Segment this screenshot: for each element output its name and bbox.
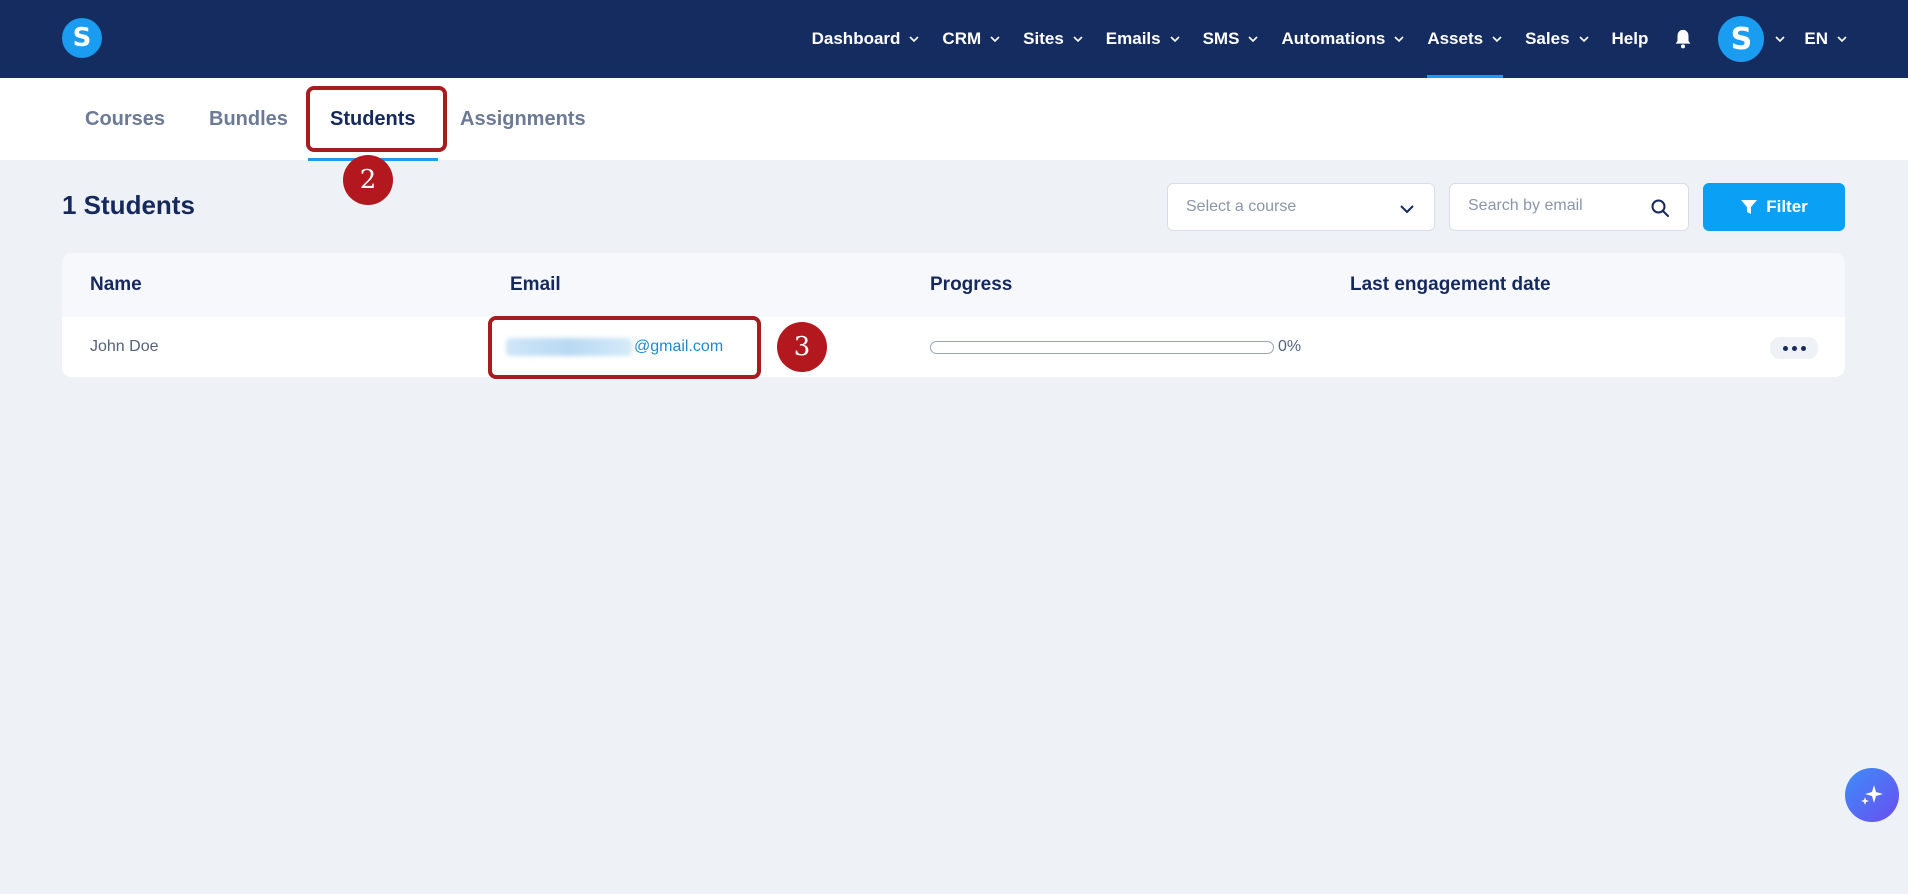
tab-bundles[interactable]: Bundles xyxy=(209,78,288,160)
students-table: Name Email Progress Last engagement date… xyxy=(62,253,1845,377)
nav-label: SMS xyxy=(1202,29,1240,48)
language-selector[interactable]: EN xyxy=(1804,0,1848,78)
table-row[interactable]: John Doe @gmail.com 0% xyxy=(62,317,1845,377)
assets-tabs: Courses Bundles Students Assignments xyxy=(0,78,1908,160)
dot xyxy=(1800,345,1806,351)
brand-logo[interactable]: S xyxy=(62,18,102,58)
nav-item-sites[interactable]: Sites xyxy=(1023,0,1084,78)
nav-label: Assets xyxy=(1427,29,1484,48)
nav-label: Help xyxy=(1611,29,1649,48)
progress-bar xyxy=(930,341,1274,354)
table-header: Name Email Progress Last engagement date xyxy=(62,253,1845,317)
tab-courses[interactable]: Courses xyxy=(85,78,165,160)
search-input[interactable] xyxy=(1468,197,1648,215)
column-header-last-engagement: Last engagement date xyxy=(1350,274,1551,295)
nav-label: Sites xyxy=(1023,29,1064,48)
main-nav: Dashboard CRM Sites Emails SMS Automatio… xyxy=(790,0,1848,78)
nav-label: Automations xyxy=(1281,29,1386,48)
nav-item-crm[interactable]: CRM xyxy=(942,0,1001,78)
column-header-email: Email xyxy=(510,274,561,295)
annotation-highlight-students-tab xyxy=(306,86,447,152)
search-icon[interactable] xyxy=(1650,198,1670,218)
column-header-name: Name xyxy=(90,274,142,295)
page-title: 1 Students xyxy=(62,190,195,220)
nav-item-dashboard[interactable]: Dashboard xyxy=(812,0,921,78)
top-navigation-bar: S Dashboard CRM Sites Emails SMS Automat… xyxy=(0,0,1908,78)
nav-item-assets[interactable]: Assets xyxy=(1427,0,1503,78)
sparkle-icon xyxy=(1861,785,1883,805)
student-name: John Doe xyxy=(90,338,159,355)
chevron-down-icon xyxy=(909,36,919,43)
filter-button[interactable]: Filter xyxy=(1703,183,1845,231)
chevron-down-icon xyxy=(1837,36,1847,43)
filter-label: Filter xyxy=(1766,197,1808,216)
chevron-down-icon xyxy=(1248,36,1259,43)
nav-label: CRM xyxy=(942,29,982,48)
annotation-badge: 2 xyxy=(343,155,393,205)
annotation-highlight-email xyxy=(488,316,761,379)
language-label: EN xyxy=(1804,29,1828,48)
nav-label: Sales xyxy=(1525,29,1570,48)
chevron-down-icon xyxy=(1170,36,1180,43)
nav-label: Dashboard xyxy=(811,29,901,48)
chevron-down-icon xyxy=(1492,36,1502,43)
nav-item-sales[interactable]: Sales xyxy=(1525,0,1589,78)
course-select-placeholder: Select a course xyxy=(1186,198,1297,215)
nav-item-sms[interactable]: SMS xyxy=(1203,0,1260,78)
nav-item-emails[interactable]: Emails xyxy=(1106,0,1181,78)
user-avatar[interactable]: S xyxy=(1718,16,1765,62)
ai-assistant-button[interactable] xyxy=(1845,768,1899,822)
chevron-down-icon xyxy=(1400,205,1414,214)
chevron-down-icon xyxy=(1578,36,1589,43)
tab-assignments[interactable]: Assignments xyxy=(460,78,586,160)
progress-percent: 0% xyxy=(1278,338,1302,355)
chevron-down-icon xyxy=(990,36,1000,43)
nav-item-automations[interactable]: Automations xyxy=(1281,0,1405,78)
annotation-badge: 3 xyxy=(777,322,827,372)
row-more-actions-button[interactable] xyxy=(1770,337,1818,359)
chevron-down-icon xyxy=(1073,36,1083,43)
dot xyxy=(1782,345,1788,351)
chevron-down-icon xyxy=(1394,36,1404,43)
dot xyxy=(1791,345,1797,351)
course-select[interactable]: Select a course xyxy=(1167,183,1435,231)
chevron-down-icon[interactable] xyxy=(1774,33,1786,45)
nav-label: Emails xyxy=(1105,29,1161,48)
bell-icon[interactable] xyxy=(1672,28,1694,50)
email-search xyxy=(1449,183,1689,231)
filter-icon xyxy=(1741,200,1758,214)
column-header-progress: Progress xyxy=(930,274,1013,295)
nav-item-help[interactable]: Help xyxy=(1612,0,1649,78)
